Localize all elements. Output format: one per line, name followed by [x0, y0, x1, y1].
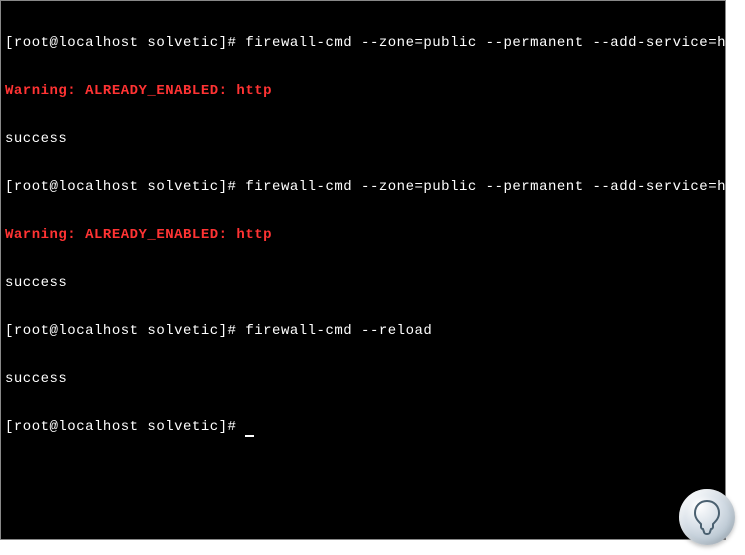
output-line: success [5, 371, 721, 387]
cursor-icon [245, 435, 254, 437]
brand-logo-badge [679, 489, 735, 545]
output-line: success [5, 131, 721, 147]
warning-line: Warning: ALREADY_ENABLED: http [5, 227, 721, 243]
shell-prompt: [root@localhost solvetic]# [5, 323, 236, 339]
shell-command: firewall-cmd --zone=public --permanent -… [236, 35, 726, 51]
warning-line: Warning: ALREADY_ENABLED: http [5, 83, 721, 99]
terminal-line: [root@localhost solvetic]# firewall-cmd … [5, 35, 721, 51]
shell-prompt: [root@localhost solvetic]# [5, 35, 236, 51]
shell-prompt: [root@localhost solvetic]# [5, 179, 236, 195]
shell-command [236, 419, 245, 435]
shell-command: firewall-cmd --zone=public --permanent -… [236, 179, 726, 195]
shell-command: firewall-cmd --reload [236, 323, 432, 339]
terminal-line-active: [root@localhost solvetic]# [5, 419, 721, 435]
lightbulb-icon [691, 499, 723, 535]
terminal-line: [root@localhost solvetic]# firewall-cmd … [5, 179, 721, 195]
terminal-line: [root@localhost solvetic]# firewall-cmd … [5, 323, 721, 339]
shell-prompt: [root@localhost solvetic]# [5, 419, 236, 435]
terminal-window[interactable]: [root@localhost solvetic]# firewall-cmd … [0, 0, 726, 540]
output-line: success [5, 275, 721, 291]
